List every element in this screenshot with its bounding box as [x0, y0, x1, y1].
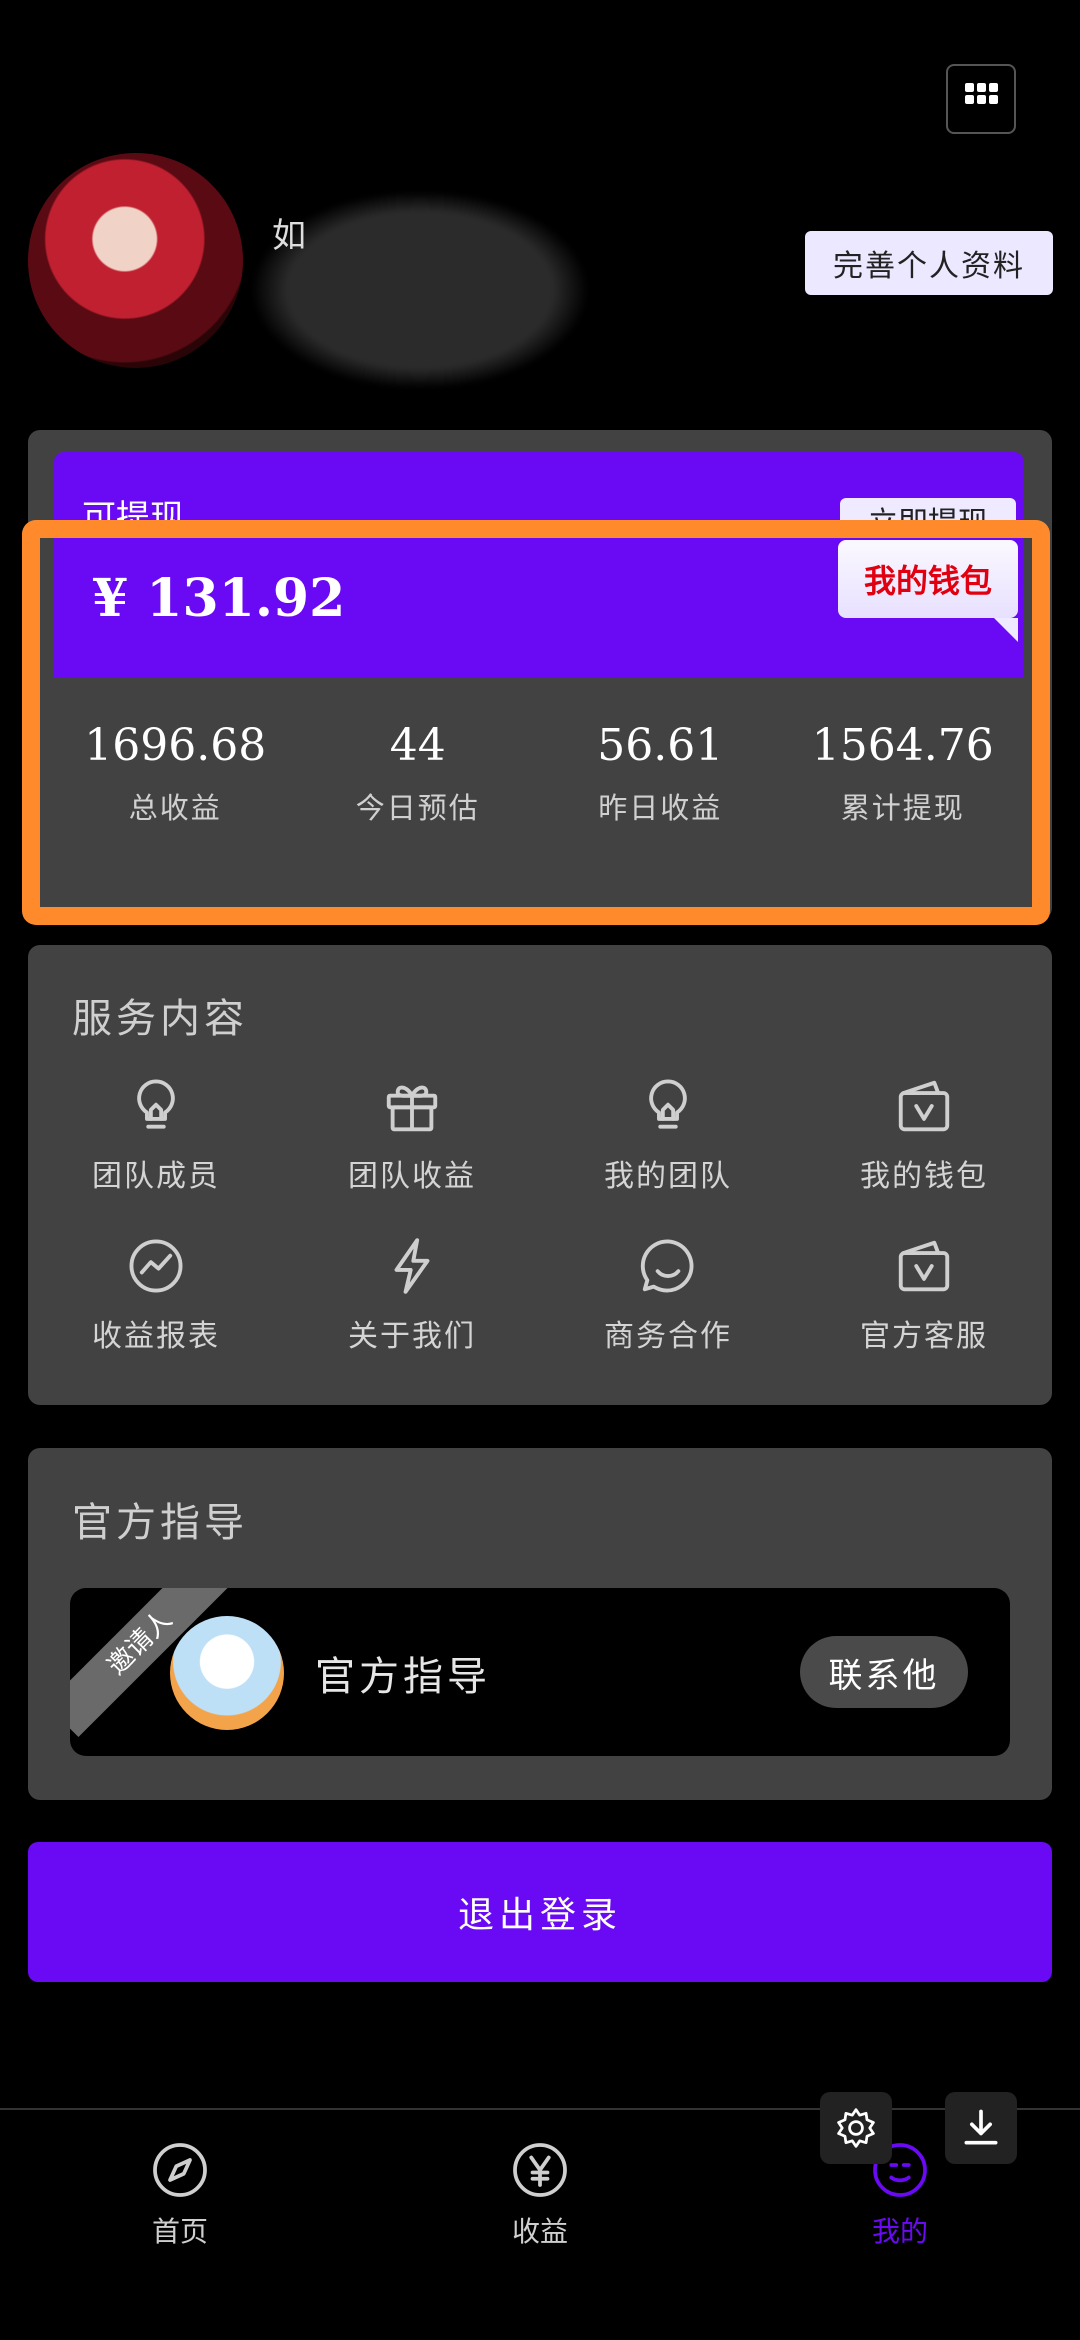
logout-button[interactable]: 退出登录 — [28, 1842, 1052, 1982]
service-label: 官方客服 — [860, 1319, 988, 1354]
wallet-icon — [898, 1080, 950, 1132]
nav-earnings[interactable]: 收益 — [460, 2140, 620, 2250]
guide-avatar — [170, 1616, 284, 1730]
settings-button[interactable] — [820, 2092, 892, 2164]
bulb-icon — [649, 1079, 687, 1129]
service-earnings-report[interactable]: 收益报表 — [28, 1235, 284, 1395]
download-icon — [964, 2109, 998, 2145]
guide-name: 官方指导 — [315, 1654, 491, 1700]
chart-icon — [129, 1239, 183, 1293]
bulb-icon — [137, 1079, 175, 1129]
service-label: 团队收益 — [348, 1159, 476, 1194]
nav-home[interactable]: 首页 — [100, 2140, 260, 2250]
highlight-box — [22, 520, 1050, 925]
service-label: 关于我们 — [348, 1319, 476, 1354]
guide-contact-row: 邀请人 官方指导 联系他 — [70, 1588, 1010, 1756]
nav-label: 首页 — [151, 2215, 208, 2248]
gear-icon — [837, 2108, 875, 2148]
service-about-us[interactable]: 关于我们 — [284, 1235, 540, 1395]
service-team-members[interactable]: 团队成员 — [28, 1075, 284, 1235]
guide-title: 官方指导 — [72, 1500, 248, 1546]
service-label: 商务合作 — [604, 1319, 732, 1354]
service-official-support[interactable]: 官方客服 — [796, 1235, 1052, 1395]
yen-icon — [513, 2143, 567, 2197]
service-team-earnings[interactable]: 团队收益 — [284, 1075, 540, 1235]
chat-icon — [640, 1239, 694, 1293]
service-business-cooperation[interactable]: 商务合作 — [540, 1235, 796, 1395]
gift-icon — [386, 1085, 438, 1132]
avatar[interactable] — [28, 153, 243, 368]
service-my-wallet[interactable]: 我的钱包 — [796, 1075, 1052, 1235]
service-label: 我的钱包 — [860, 1159, 988, 1194]
nav-label: 收益 — [511, 2215, 568, 2248]
contact-button[interactable]: 联系他 — [800, 1636, 968, 1708]
services-grid: 团队成员 团队收益 我的团队 我的钱包 收益报表 关于我们 商务合作 官方客服 — [28, 1075, 1052, 1395]
grid-icon — [965, 83, 998, 104]
service-label: 收益报表 — [92, 1319, 220, 1354]
wallet-icon — [898, 1240, 950, 1292]
nav-label: 我的 — [871, 2215, 928, 2248]
download-button[interactable] — [945, 2092, 1017, 2164]
compass-icon — [153, 2143, 207, 2197]
lightning-icon — [394, 1238, 430, 1294]
menu-grid-button[interactable] — [946, 64, 1016, 134]
service-my-team[interactable]: 我的团队 — [540, 1075, 796, 1235]
complete-profile-button[interactable]: 完善个人资料 — [805, 231, 1053, 295]
nickname: 如 — [272, 216, 306, 256]
service-label: 我的团队 — [604, 1159, 732, 1194]
service-label: 团队成员 — [92, 1159, 220, 1194]
bottom-nav: 首页 收益 我的 — [0, 2108, 1080, 2340]
services-title: 服务内容 — [72, 996, 248, 1042]
